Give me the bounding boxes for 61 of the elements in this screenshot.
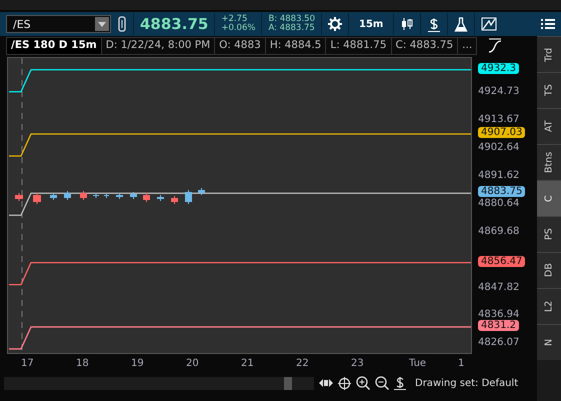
side-tab[interactable]: DB [537, 252, 561, 288]
zoom-out-icon[interactable] [375, 376, 389, 390]
time-tick-label: 18 [76, 358, 89, 369]
price-tick-label: 4880.64 [478, 198, 520, 210]
dollar-icon[interactable] [427, 16, 442, 32]
candlestick-icon[interactable] [400, 17, 414, 31]
chart-title: /ES 180 D 15m [6, 37, 102, 55]
time-tick-label: 20 [186, 358, 199, 369]
price-tick-label: 4847.82 [478, 282, 520, 293]
settings-icon[interactable] [328, 17, 342, 31]
ohlc-field: C: 4883.75 [392, 37, 458, 55]
price-tick-label: 4826.07 [478, 336, 520, 348]
price-badge: 4831.2 [478, 320, 519, 331]
horizontal-scrollbar[interactable] [4, 376, 314, 390]
ohlc-field: ... [458, 37, 478, 55]
bid-price: B: 4883.50 [268, 15, 315, 24]
side-tab[interactable]: C [537, 180, 561, 216]
side-tab[interactable]: N [537, 324, 561, 360]
crosshair-icon[interactable] [338, 376, 351, 390]
side-tab[interactable]: AT [537, 108, 561, 144]
ohlc-field: L: 4881.75 [326, 37, 392, 55]
price-tick-label: 4869.68 [478, 226, 520, 238]
ohlc-field: D: 1/22/24, 8:00 PM [102, 37, 216, 55]
link-icon[interactable] [117, 16, 127, 32]
price-tick-label: 4836.94 [478, 309, 520, 320]
time-tick-label: 22 [296, 358, 309, 369]
drawing-set-label[interactable]: Drawing set: Default [415, 378, 518, 388]
time-tick-label: 19 [131, 358, 144, 369]
side-tab[interactable]: Btns [537, 144, 561, 180]
dollar-icon[interactable] [394, 376, 406, 390]
zoom-in-icon[interactable] [356, 376, 370, 390]
price-badge: 4932.3 [478, 62, 519, 74]
time-tick-label: 1 [458, 358, 464, 369]
drawing-icon[interactable] [481, 17, 498, 31]
last-price: 4883.75 [140, 15, 208, 33]
net-change: +2.75 [221, 15, 248, 24]
side-tab[interactable]: TS [537, 72, 561, 108]
side-tab[interactable]: Trd [537, 36, 561, 72]
interval-button[interactable]: 15m [355, 18, 388, 30]
price-badge: 4856.47 [478, 256, 526, 267]
price-tick-label: 4913.67 [478, 114, 520, 126]
ohlc-field: O: 4883 [215, 37, 266, 55]
expand-icon[interactable] [319, 378, 333, 388]
symbol-dropdown[interactable]: /ES [6, 15, 111, 33]
side-tab[interactable]: PS [537, 216, 561, 252]
side-tab[interactable]: L2 [537, 288, 561, 324]
price-tick-label: 4924.73 [478, 86, 520, 97]
price-tick-label: 4902.64 [478, 142, 520, 154]
ohlc-field: H: 4884.5 [266, 37, 326, 55]
menu-icon[interactable] [541, 18, 555, 30]
time-tick-label: 17 [21, 358, 34, 369]
ask-price: A: 4883.75 [268, 24, 315, 33]
caret-icon [95, 17, 109, 31]
price-badge: 4907.03 [478, 127, 526, 138]
price-tick-label: 4891.62 [478, 170, 520, 182]
time-tick-label: 23 [351, 358, 364, 369]
time-tick-label: Tue [409, 358, 426, 369]
percent-change: +0.06% [221, 24, 256, 33]
flask-icon[interactable] [454, 16, 468, 32]
price-badge: 4883.75 [478, 186, 526, 198]
time-tick-label: 21 [241, 358, 254, 369]
